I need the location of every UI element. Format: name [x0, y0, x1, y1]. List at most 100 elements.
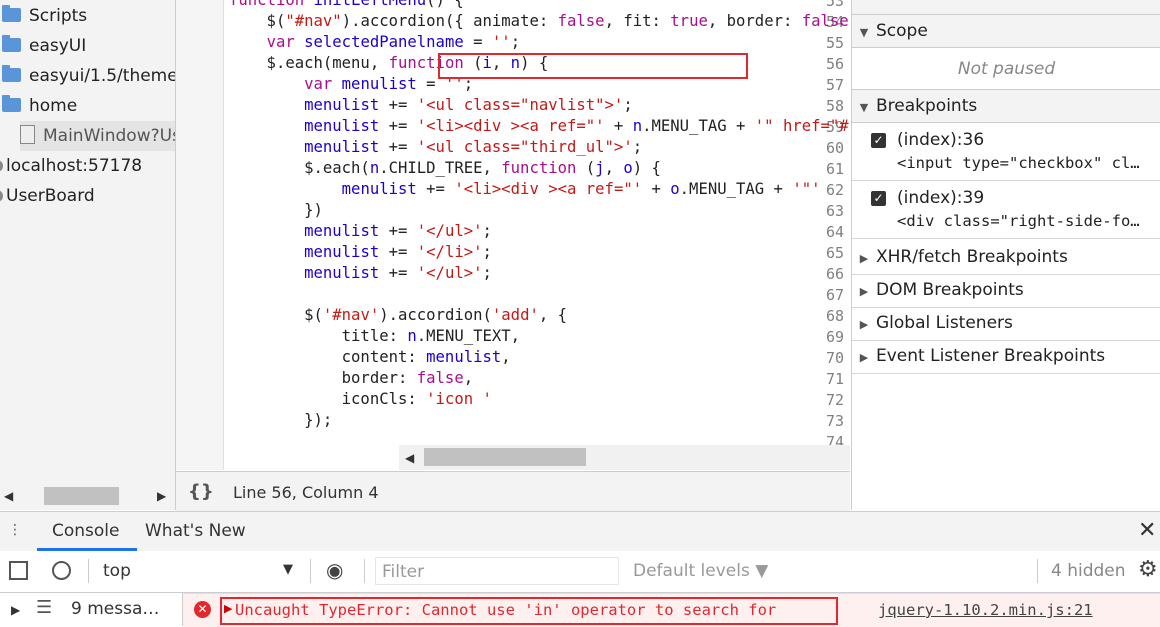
expanded-triangle-icon: ▼ [859, 101, 869, 114]
collapsed-triangle-icon: ▶ [859, 318, 869, 331]
cloud-icon [0, 160, 3, 172]
console-toolbar: top ▼ ◉ Filter Default levels ▼ 4 hidden… [0, 551, 1160, 593]
checkbox-checked-icon[interactable]: ✓ [871, 191, 886, 206]
error-source-link[interactable]: jquery-1.10.2.min.js:21 [878, 601, 1093, 619]
line-number[interactable]: 63 [804, 202, 844, 220]
messages-count[interactable]: 9 messa… [71, 599, 159, 619]
line-number[interactable]: 57 [804, 76, 844, 94]
tree-item-home[interactable]: home [2, 91, 77, 121]
sidebar-toggle-icon[interactable] [9, 561, 28, 580]
line-number[interactable]: 68 [804, 307, 844, 325]
folder-icon [2, 35, 21, 52]
line-number[interactable]: 69 [804, 328, 844, 346]
line-number[interactable]: 70 [804, 349, 844, 367]
tree-item-easyui[interactable]: easyUI [2, 31, 86, 61]
line-number[interactable]: 71 [804, 370, 844, 388]
code-line: menulist += '<ul class="navlist">'; [304, 96, 633, 114]
expand-triangle-icon[interactable]: ▶ [11, 603, 20, 617]
divider [1037, 559, 1038, 583]
context-selector[interactable]: top [103, 561, 131, 581]
tree-item-label: easyUI [29, 36, 87, 56]
line-number[interactable]: 73 [804, 412, 844, 430]
tree-item-easyui-themes[interactable]: easyui/1.5/themes/ [2, 61, 175, 91]
line-number[interactable]: 60 [804, 139, 844, 157]
not-paused-message: Not paused [957, 59, 1056, 79]
code-line: }) [229, 201, 323, 219]
code-line: iconCls: 'icon ' [229, 390, 492, 408]
section-xhr-breakpoints[interactable]: ▶ XHR/fetch Breakpoints [852, 241, 1160, 275]
tree-item-scripts[interactable]: Scripts [2, 1, 87, 31]
code-line: menulist += '<li><div ><a ref="' + n.MEN… [304, 117, 850, 135]
line-number[interactable]: 56 [804, 55, 844, 73]
console-message-row: ▶ ☰ 9 messa… ✕ ▶ Uncaught TypeError: Can… [0, 593, 1160, 627]
more-tabs-icon[interactable]: ⋮ [8, 522, 23, 538]
section-event-listener-breakpoints[interactable]: ▶ Event Listener Breakpoints [852, 340, 1160, 374]
close-icon[interactable]: ✕ [1138, 518, 1156, 543]
clear-console-icon[interactable] [52, 561, 71, 580]
line-number[interactable]: 58 [804, 97, 844, 115]
expand-triangle-icon[interactable]: ▶ [224, 602, 232, 615]
breakpoint-item[interactable]: ✓ (index):36 <input type="checkbox" cl… [852, 123, 1160, 181]
error-icon: ✕ [194, 601, 211, 618]
scrollbar-thumb[interactable] [424, 448, 586, 466]
line-number[interactable]: 72 [804, 391, 844, 409]
filter-input[interactable]: Filter [375, 557, 619, 585]
eye-icon[interactable]: ◉ [326, 558, 343, 582]
console-sidebar: ▶ ☰ 9 messa… [0, 593, 183, 626]
line-number[interactable]: 64 [804, 223, 844, 241]
tab-console[interactable]: Console [52, 512, 120, 551]
collapsed-triangle-icon: ▶ [859, 351, 869, 364]
scroll-right-icon[interactable]: ▶ [157, 489, 166, 503]
dropdown-arrow-icon[interactable]: ▼ [283, 562, 293, 577]
error-text: Uncaught TypeError: Cannot use 'in' oper… [235, 601, 777, 619]
tree-horizontal-scrollbar[interactable]: ◀ ▶ [0, 483, 175, 509]
file-icon [20, 125, 35, 144]
tab-whats-new[interactable]: What's New [145, 512, 246, 551]
tree-item-localhost[interactable]: localhost:57178 [0, 151, 142, 181]
line-number[interactable]: 66 [804, 265, 844, 283]
section-global-listeners[interactable]: ▶ Global Listeners [852, 307, 1160, 341]
tree-item-userboard[interactable]: UserBoard [0, 181, 95, 211]
expanded-triangle-icon: ▼ [859, 26, 869, 39]
section-scope-header[interactable]: ▼ Scope [852, 14, 1160, 48]
code-editor[interactable]: 53 54 55 56 57 58 59 60 61 62 63 64 65 66 67 68 69 70 71 72… [176, 0, 850, 470]
divider [88, 559, 89, 583]
error-message[interactable]: ✕ ▶ Uncaught TypeError: Cannot use 'in' … [183, 593, 1160, 627]
debugger-sidebar: ▼ Scope Not paused ▼ Breakpoints ✓ (index)… [851, 0, 1160, 510]
log-levels-dropdown[interactable]: Default levels ▼ [633, 561, 768, 581]
section-breakpoints-header[interactable]: ▼ Breakpoints [852, 89, 1160, 123]
pretty-print-button[interactable]: {} [188, 481, 214, 502]
editor-status-bar: {} Line 56, Column 4 [176, 471, 850, 512]
line-number[interactable]: 67 [804, 286, 844, 304]
breakpoint-snippet: <div class="right-side-fo… [897, 212, 1140, 230]
breakpoint-location: (index):39 [897, 188, 985, 208]
line-number[interactable]: 65 [804, 244, 844, 262]
line-number[interactable]: 53 [804, 0, 844, 10]
breakpoint-location: (index):36 [897, 130, 985, 150]
collapsed-triangle-icon: ▶ [859, 285, 869, 298]
section-dom-breakpoints[interactable]: ▶ DOM Breakpoints [852, 274, 1160, 308]
code-line: }); [229, 411, 333, 429]
checkbox-checked-icon[interactable]: ✓ [871, 133, 886, 148]
scroll-left-icon[interactable]: ◀ [4, 489, 13, 503]
list-icon: ☰ [36, 597, 53, 618]
line-number[interactable]: 61 [804, 160, 844, 178]
tree-item-label: home [29, 96, 78, 116]
section-title: Breakpoints [876, 96, 978, 116]
line-number[interactable]: 55 [804, 34, 844, 52]
tree-item-mainwindow[interactable]: MainWindow?Us [20, 121, 175, 151]
cloud-icon [0, 190, 3, 202]
gear-icon[interactable]: ⚙ [1138, 557, 1158, 582]
breakpoint-item[interactable]: ✓ (index):39 <div class="right-side-fo… [852, 181, 1160, 239]
divider [310, 559, 311, 583]
section-title: Global Listeners [876, 313, 1013, 333]
folder-icon [2, 95, 21, 112]
file-tree: Scripts easyUI easyui/1.5/themes/ home M… [0, 0, 176, 510]
section-title: Scope [876, 21, 928, 41]
code-line: $("#nav").accordion({ animate: false, fi… [229, 12, 849, 30]
cursor-position: Line 56, Column 4 [233, 483, 379, 502]
scrollbar-thumb[interactable] [44, 487, 119, 505]
code-line: $.each(n.CHILD_TREE, function (j, o) { [229, 159, 661, 177]
scroll-left-icon[interactable]: ◀ [405, 451, 414, 465]
highlight-box [438, 53, 748, 79]
